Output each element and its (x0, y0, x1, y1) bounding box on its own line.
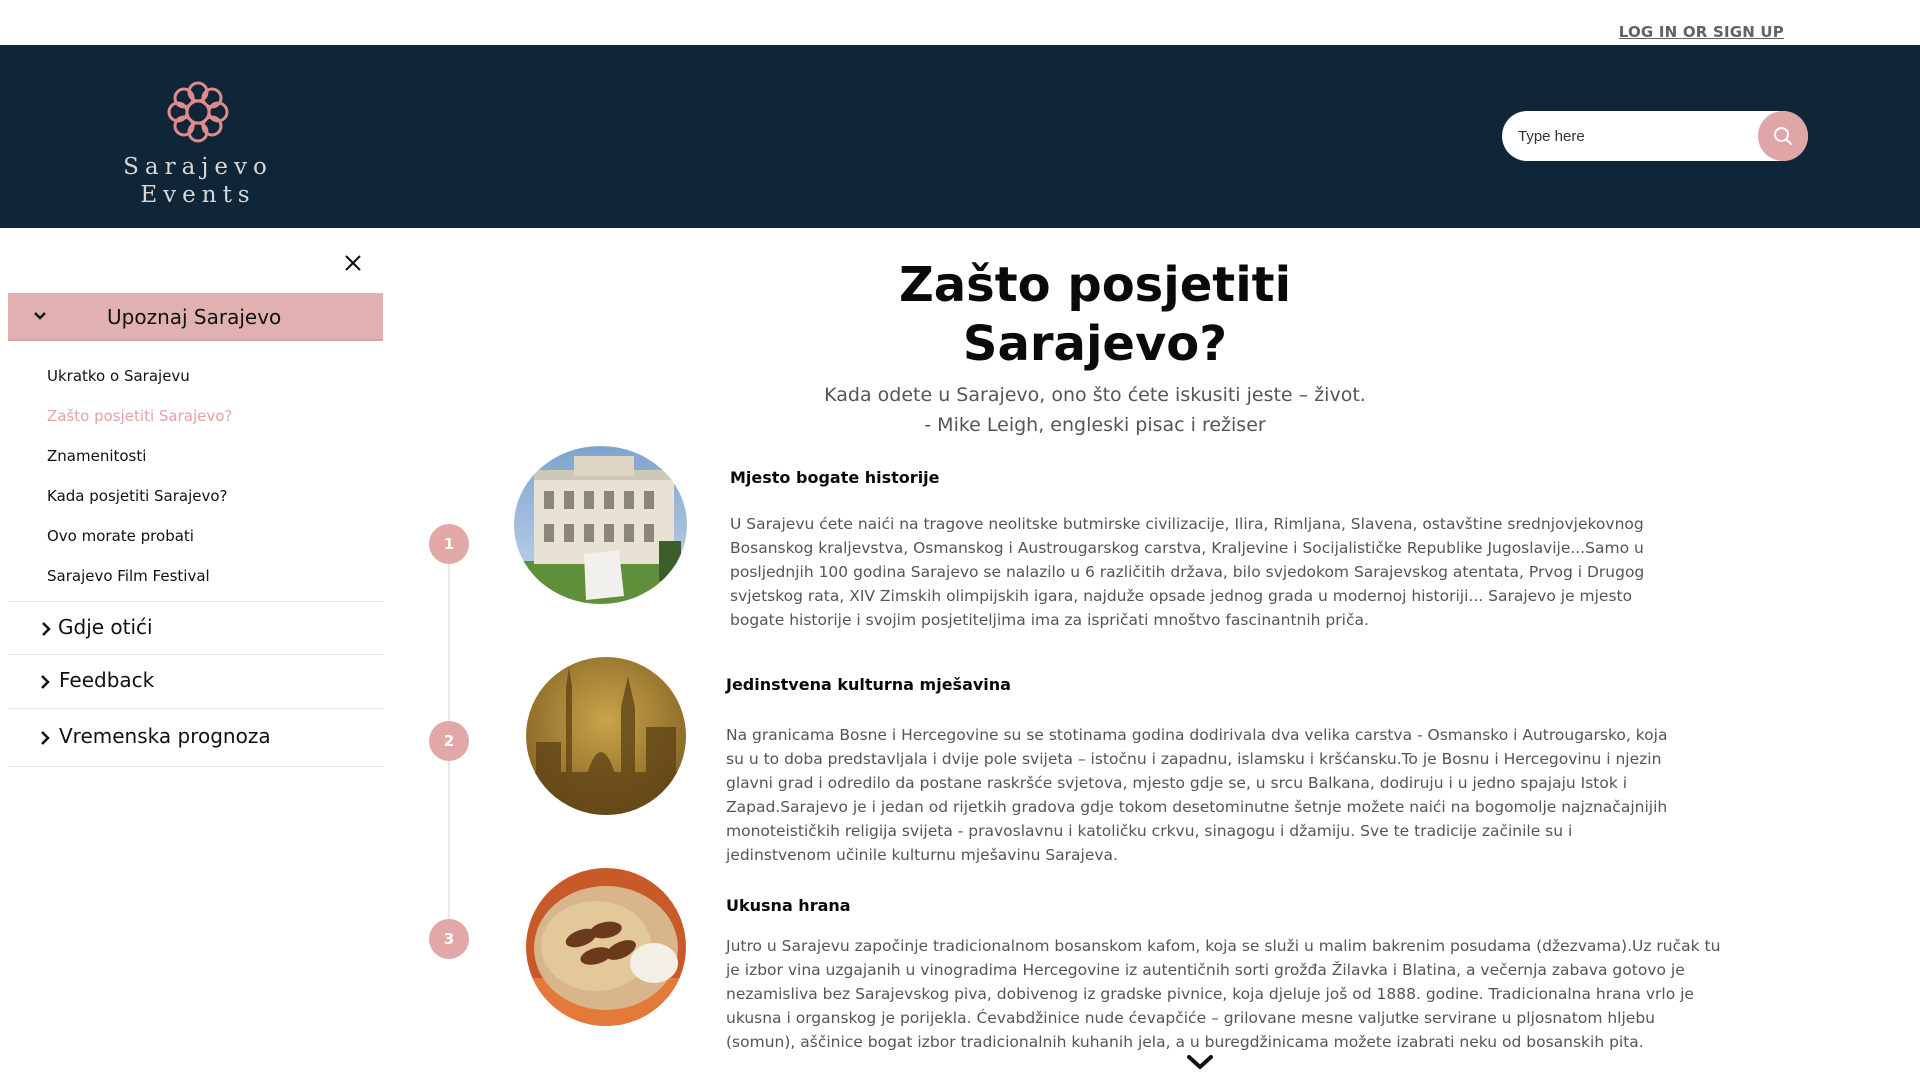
page-quote: Kada odete u Sarajevo, ono što ćete isku… (760, 380, 1430, 440)
chevron-down-icon (1187, 1055, 1213, 1069)
section-text-3: Jutro u Sarajevu započinje tradicionalno… (726, 937, 1721, 1051)
menu-section-label: Gdje otići (58, 615, 153, 639)
quote-author: - Mike Leigh, engleski pisac i režiser (924, 414, 1266, 436)
museum-building-photo (514, 446, 687, 604)
cevapi-food-photo (526, 868, 686, 1026)
menu-section-label: Feedback (59, 668, 155, 692)
sidebar-menu: Upoznaj Sarajevo Ukratko o Sarajevu Zašt… (8, 228, 384, 768)
page-title-line1: Zašto posjetiti (898, 257, 1292, 313)
section-title-2: Jedinstvena kulturna mješavina (726, 675, 1011, 694)
quote-text: Kada odete u Sarajevo, ono što ćete isku… (824, 384, 1366, 406)
submenu-item-zasto-posjetiti[interactable]: Zašto posjetiti Sarajevo? (8, 396, 384, 436)
timeline-number-1: 1 (429, 524, 469, 564)
site-header: Sarajevo Events (0, 45, 1920, 228)
top-bar: LOG IN OR SIGN UP (0, 0, 1920, 45)
section-text-1: U Sarajevu ćete naići na tragove neolits… (730, 515, 1645, 629)
chevron-down-icon (34, 312, 46, 320)
submenu-item-kada-posjetiti[interactable]: Kada posjetiti Sarajevo? (8, 476, 384, 516)
menu-section-upoznaj-sarajevo[interactable]: Upoznaj Sarajevo (8, 293, 383, 341)
menu-section-feedback[interactable]: Feedback (8, 655, 384, 709)
menu-section-label: Upoznaj Sarajevo (107, 305, 282, 329)
timeline-number-2: 2 (429, 721, 469, 761)
logo-text-line1: Sarajevo (123, 154, 273, 180)
timeline-number-3: 3 (429, 919, 469, 959)
close-icon (345, 255, 361, 271)
menu-section-label: Vremenska prognoza (59, 724, 271, 748)
section-title-1: Mjesto bogate historije (730, 468, 940, 487)
search-box (1502, 111, 1808, 161)
submenu-item-znamenitosti[interactable]: Znamenitosti (8, 436, 384, 476)
search-icon (1774, 127, 1792, 145)
login-signup-link[interactable]: LOG IN OR SIGN UP (1619, 23, 1784, 41)
section-text-2: Na granicama Bosne i Hercegovine su se s… (726, 726, 1668, 864)
knot-flower-logo-icon (167, 81, 229, 143)
close-sidebar-button[interactable] (342, 252, 364, 274)
submenu-item-ovo-morate-probati[interactable]: Ovo morate probati (8, 516, 384, 556)
city-skyline-sepia-photo (526, 657, 686, 815)
menu-section-gdje-otici[interactable]: Gdje otići (8, 601, 384, 655)
section-title-3: Ukusna hrana (726, 896, 851, 915)
site-logo[interactable]: Sarajevo Events (118, 77, 278, 209)
chevron-right-icon (41, 675, 50, 689)
scroll-down-button[interactable] (1185, 1053, 1215, 1073)
page-title-line2: Sarajevo? (962, 316, 1228, 372)
submenu-item-film-festival[interactable]: Sarajevo Film Festival (8, 556, 384, 596)
logo-text-line2: Events (140, 182, 256, 208)
search-button[interactable] (1758, 111, 1808, 161)
submenu-item-ukratko[interactable]: Ukratko o Sarajevu (8, 356, 384, 396)
page-title: Zašto posjetiti Sarajevo? (800, 256, 1390, 374)
menu-section-vremenska-prognoza[interactable]: Vremenska prognoza (8, 709, 384, 767)
submenu-list: Ukratko o Sarajevu Zašto posjetiti Saraj… (8, 356, 384, 596)
chevron-right-icon (41, 731, 50, 745)
search-input[interactable] (1518, 111, 1748, 161)
chevron-right-icon (42, 622, 51, 636)
